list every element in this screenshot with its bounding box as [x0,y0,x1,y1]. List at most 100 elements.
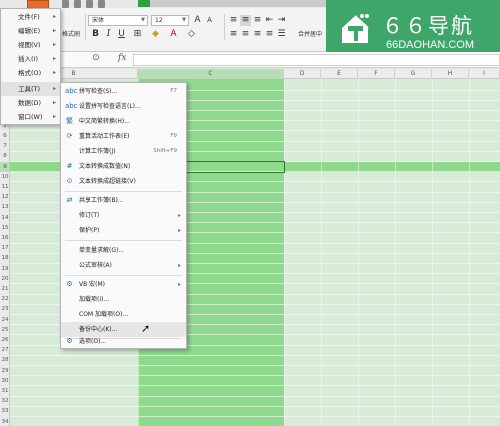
align-left-icon[interactable]: ≡ [228,29,239,40]
menu-item-tools[interactable]: 工具(T) ▸ [1,82,60,96]
zoom-search-icon[interactable]: ⊙ [92,53,100,63]
menu-item-label: 工具(T) [18,85,41,93]
row-header[interactable]: 34 [0,417,9,426]
row-header[interactable]: 28 [0,355,9,365]
column-header[interactable]: E [321,69,358,79]
outdent-icon[interactable]: ⇥ [276,15,287,26]
font-size-select[interactable]: 12 ▼ [151,15,189,26]
print-icon[interactable] [74,0,81,8]
menu-item-options[interactable]: ⚙ 选项(O)... [61,334,186,349]
border-icon[interactable]: ⊞ [132,29,143,40]
menu-item-recalc-sheet[interactable]: ⟳ 重算活动工作表(E) F9 [61,129,186,144]
row-header[interactable]: 12 [0,192,9,202]
row-header[interactable]: 33 [0,406,9,416]
row-header[interactable]: 16 [0,233,9,243]
menu-item-spell-language[interactable]: abc 设置拼写检查语言(L)... [61,99,186,114]
row-header[interactable]: 30 [0,376,9,386]
row-header[interactable]: 11 [0,182,9,192]
menu-item-data[interactable]: 数据(D) ▸ [1,96,60,110]
menu-item-share-workbook[interactable]: ⇄ 共享工作簿(B)... [61,193,186,208]
underline-button[interactable]: U [116,29,127,40]
menu-item-text-to-number[interactable]: # 文本转换成数值(N) [61,159,186,174]
menu-item-com-addins[interactable]: COM 加载项(O)... [61,307,186,322]
document-tab-icon[interactable] [138,0,150,7]
menu-item-insert[interactable]: 插入(I) ▸ [1,52,60,66]
menu-item-format[interactable]: 格式(O) ▸ [1,66,60,80]
function-icon[interactable]: fx [118,53,126,63]
row-header[interactable]: 13 [0,202,9,212]
column-header[interactable]: G [395,69,432,79]
row-header[interactable]: 21 [0,284,9,294]
row-header[interactable]: 6 [0,131,9,141]
format-brush-label[interactable]: 格式刷 [62,29,80,38]
menu-item-text-to-link[interactable]: ⊙ 文本转换成超链接(V) [61,174,186,189]
menu-item-calc-workbook[interactable]: 计算工作簿(J) Shift+F9 [61,144,186,159]
menu-item-revisions[interactable]: 修订(T) ▸ [61,208,186,223]
row-header[interactable]: 32 [0,396,9,406]
distribute-icon[interactable]: ☰ [276,29,287,40]
row-header[interactable]: 19 [0,264,9,274]
row-header[interactable]: 22 [0,294,9,304]
menu-item-vb-macro[interactable]: ⚙ VB 宏(M) ▸ [61,277,186,292]
grid-line [10,405,500,407]
menu-item-view[interactable]: 视图(V) ▸ [1,38,60,52]
row-header[interactable]: 25 [0,325,9,335]
row-header[interactable]: 18 [0,253,9,263]
share-icon: ⇄ [66,196,73,204]
column-header[interactable]: F [358,69,395,79]
save-icon[interactable] [62,0,69,8]
increase-font-icon[interactable]: A [192,15,203,26]
row-header[interactable]: 14 [0,213,9,223]
row-header[interactable]: 7 [0,141,9,151]
grid-line [10,364,500,366]
column-header[interactable]: H [432,69,469,79]
menu-item-protect[interactable]: 保护(P) ▸ [61,223,186,238]
menu-item-file[interactable]: 文件(F) ▸ [1,10,60,24]
menu-item-formula-audit[interactable]: 公式审核(A) ▸ [61,258,186,273]
row-header[interactable]: 29 [0,366,9,376]
justify-icon[interactable]: ≡ [264,29,275,40]
undo-icon[interactable] [86,0,93,8]
align-center-icon[interactable]: ≡ [240,29,251,40]
indent-icon[interactable]: ⇤ [264,15,275,26]
row-header[interactable]: 27 [0,345,9,355]
row-header[interactable]: 26 [0,335,9,345]
formula-input[interactable] [133,54,500,66]
decrease-font-icon[interactable]: A [204,15,215,26]
menu-item-window[interactable]: 窗口(W) ▸ [1,110,60,124]
font-name-select[interactable]: 宋体 ▼ [88,15,148,26]
align-middle-icon[interactable]: ≡ [240,15,251,26]
eraser-icon[interactable]: ◇ [186,29,197,40]
toolbar-divider [85,14,86,40]
align-bottom-icon[interactable]: ≡ [252,15,263,26]
fill-color-icon[interactable]: ◆ [150,29,161,40]
grid-line [10,395,500,397]
align-right-icon[interactable]: ≡ [252,29,263,40]
menu-item-label: 格式(O) [18,69,42,77]
menu-item-addins[interactable]: 加载项(I)... [61,292,186,307]
row-header[interactable]: 15 [0,223,9,233]
column-header[interactable]: I [469,69,500,79]
bold-button[interactable]: B [90,29,101,40]
row-header[interactable]: 31 [0,386,9,396]
menu-item-edit[interactable]: 编辑(E) ▸ [1,24,60,38]
row-header[interactable]: 10 [0,172,9,182]
redo-icon[interactable] [98,0,105,8]
italic-button[interactable]: I [103,29,114,40]
row-header[interactable]: 9 [0,161,9,172]
menu-item-spell-check[interactable]: abc 拼写检查(S)... F7 [61,84,186,99]
menu-item-goal-seek[interactable]: 单变量求解(G)... [61,243,186,258]
macro-icon: ⚙ [66,280,73,288]
row-header[interactable]: 17 [0,243,9,253]
align-top-icon[interactable]: ≡ [228,15,239,26]
column-header[interactable]: D [284,69,321,79]
row-header[interactable]: 20 [0,274,9,284]
row-header[interactable]: 8 [0,151,9,161]
column-header-selected[interactable]: C [138,69,284,79]
row-header[interactable]: 24 [0,315,9,325]
merge-center-label[interactable]: 合并居中 [298,29,322,38]
menu-item-chinese-convert[interactable]: 繁中文简繁转换(H)... [61,114,186,129]
font-color-icon[interactable]: A [168,29,179,40]
font-name-value: 宋体 [92,17,105,24]
row-header[interactable]: 23 [0,304,9,314]
